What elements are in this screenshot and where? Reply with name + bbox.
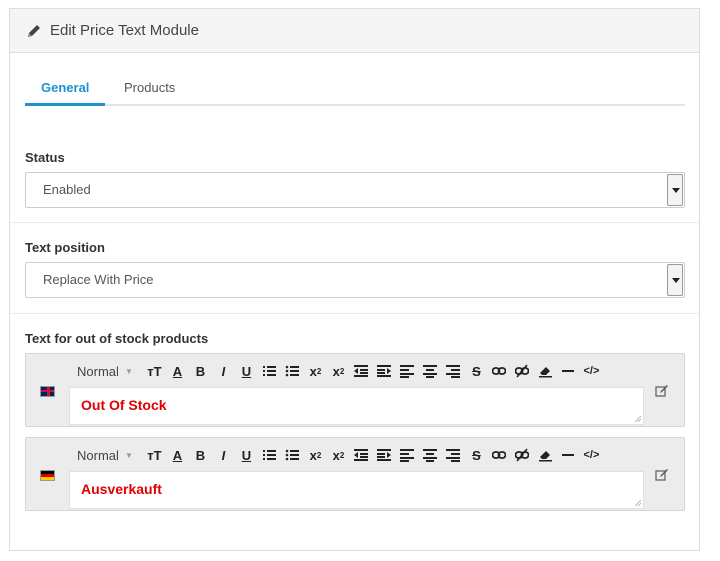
resize-handle-icon[interactable] xyxy=(635,500,641,506)
horizontal-rule-icon[interactable] xyxy=(557,445,580,465)
format-dropdown[interactable]: Normal xyxy=(77,448,125,463)
outdent-icon[interactable] xyxy=(350,361,373,381)
panel-title: Edit Price Text Module xyxy=(50,22,199,39)
status-select[interactable]: Enabled xyxy=(25,172,685,208)
subscript-icon[interactable]: x2 xyxy=(304,445,327,465)
pencil-icon xyxy=(28,24,40,37)
editor-german: Normal ▼ тT A B I U x2 x2 S </> Ausverka… xyxy=(25,437,685,511)
italic-icon[interactable]: I xyxy=(212,445,235,465)
caret-down-icon[interactable]: ▼ xyxy=(125,451,133,460)
strikethrough-icon[interactable]: S xyxy=(465,361,488,381)
editor-english: Normal ▼ тT A B I U x2 x2 S </> Out Of S… xyxy=(25,353,685,427)
align-right-icon[interactable] xyxy=(442,361,465,381)
unordered-list-icon[interactable] xyxy=(281,445,304,465)
text-position-select[interactable]: Replace With Price xyxy=(25,262,685,298)
eraser-icon[interactable] xyxy=(534,445,557,465)
align-left-icon[interactable] xyxy=(396,361,419,381)
bold-icon[interactable]: B xyxy=(189,361,212,381)
horizontal-rule-icon[interactable] xyxy=(557,361,580,381)
panel-header: Edit Price Text Module xyxy=(10,9,699,53)
subscript-icon[interactable]: x2 xyxy=(304,361,327,381)
font-color-icon[interactable]: A xyxy=(166,445,189,465)
align-left-icon[interactable] xyxy=(396,445,419,465)
unordered-list-icon[interactable] xyxy=(281,361,304,381)
resize-handle-icon[interactable] xyxy=(635,416,641,422)
editor-content: Out Of Stock xyxy=(81,397,167,413)
eraser-icon[interactable] xyxy=(534,361,557,381)
align-center-icon[interactable] xyxy=(419,445,442,465)
divider xyxy=(10,222,699,223)
unlink-icon[interactable] xyxy=(511,445,534,465)
editor-text-area[interactable]: Out Of Stock xyxy=(69,387,644,425)
caret-down-icon[interactable]: ▼ xyxy=(125,367,133,376)
font-size-icon[interactable]: тT xyxy=(143,445,166,465)
ordered-list-icon[interactable] xyxy=(258,361,281,381)
font-color-icon[interactable]: A xyxy=(166,361,189,381)
editor-toolbar: Normal ▼ тT A B I U x2 x2 S </> xyxy=(69,360,629,382)
status-value: Enabled xyxy=(43,182,91,197)
tab-products[interactable]: Products xyxy=(108,68,191,106)
format-dropdown[interactable]: Normal xyxy=(77,364,125,379)
superscript-icon[interactable]: x2 xyxy=(327,361,350,381)
editor-toolbar: Normal ▼ тT A B I U x2 x2 S </> xyxy=(69,444,629,466)
code-view-icon[interactable]: </> xyxy=(580,445,603,465)
tab-general[interactable]: General xyxy=(25,68,106,106)
link-icon[interactable] xyxy=(488,361,511,381)
chevron-down-icon[interactable] xyxy=(667,174,683,206)
bold-icon[interactable]: B xyxy=(189,445,212,465)
uk-flag-icon xyxy=(40,386,55,397)
indent-icon[interactable] xyxy=(373,445,396,465)
chevron-down-icon[interactable] xyxy=(667,264,683,296)
outdent-icon[interactable] xyxy=(350,445,373,465)
link-icon[interactable] xyxy=(488,445,511,465)
out-of-stock-label: Text for out of stock products xyxy=(25,331,209,346)
italic-icon[interactable]: I xyxy=(212,361,235,381)
indent-icon[interactable] xyxy=(373,361,396,381)
edit-module-panel: Edit Price Text Module General Products … xyxy=(9,8,700,551)
text-position-value: Replace With Price xyxy=(43,272,154,287)
strikethrough-icon[interactable]: S xyxy=(465,445,488,465)
align-center-icon[interactable] xyxy=(419,361,442,381)
editor-content: Ausverkauft xyxy=(81,481,162,497)
edit-icon[interactable] xyxy=(655,384,669,398)
de-flag-icon xyxy=(40,470,55,481)
tab-bar: General Products xyxy=(25,68,685,106)
edit-icon[interactable] xyxy=(655,468,669,482)
code-view-icon[interactable]: </> xyxy=(580,361,603,381)
align-right-icon[interactable] xyxy=(442,445,465,465)
status-label: Status xyxy=(25,150,65,165)
text-position-label: Text position xyxy=(25,240,105,255)
ordered-list-icon[interactable] xyxy=(258,445,281,465)
divider xyxy=(10,313,699,314)
underline-icon[interactable]: U xyxy=(235,445,258,465)
font-size-icon[interactable]: тT xyxy=(143,361,166,381)
underline-icon[interactable]: U xyxy=(235,361,258,381)
editor-text-area[interactable]: Ausverkauft xyxy=(69,471,644,509)
superscript-icon[interactable]: x2 xyxy=(327,445,350,465)
unlink-icon[interactable] xyxy=(511,361,534,381)
